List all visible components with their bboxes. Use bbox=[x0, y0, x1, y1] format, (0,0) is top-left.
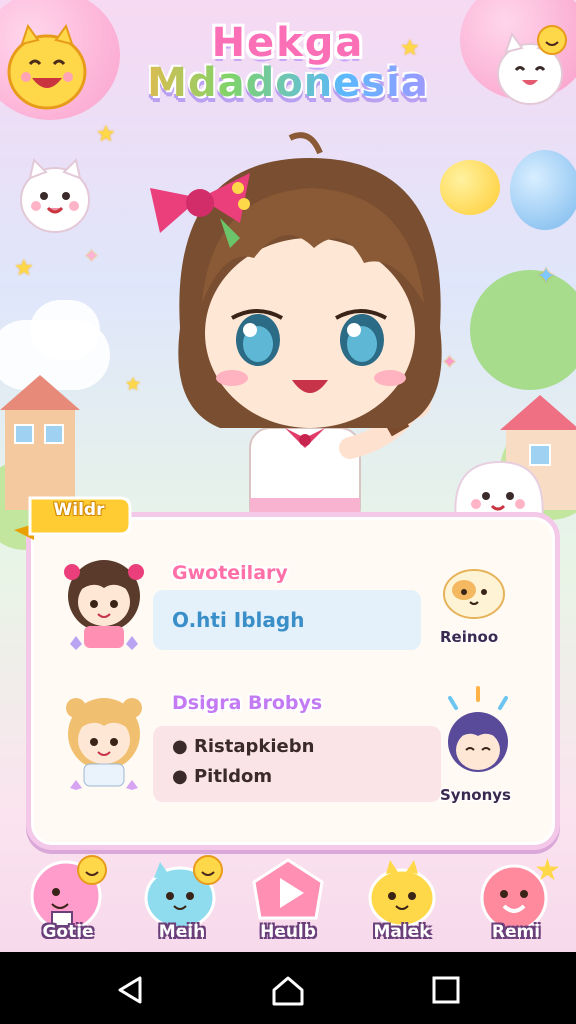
row2-side-label: Synonys bbox=[440, 786, 511, 804]
star-icon: ✦ bbox=[536, 262, 557, 290]
row2-bullet-1: ● Ristapkiebn bbox=[172, 736, 315, 757]
purple-hair-avatar[interactable] bbox=[436, 684, 520, 780]
house-left bbox=[0, 375, 80, 510]
bottom-button-label: Heulb bbox=[260, 922, 316, 942]
chibi-girl-character bbox=[150, 132, 442, 528]
avatar-dark-hair-girl[interactable] bbox=[58, 552, 150, 652]
bottom-button-remi[interactable]: ★ Remi bbox=[470, 852, 562, 948]
svg-text:★: ★ bbox=[534, 853, 561, 888]
row1-field-text: O.hti Iblagh bbox=[172, 608, 305, 632]
bottom-button-label: Malek bbox=[373, 922, 431, 942]
system-nav-bar bbox=[0, 952, 576, 1024]
recents-icon[interactable] bbox=[426, 972, 466, 1008]
bottom-button-label: Remi bbox=[491, 922, 541, 942]
bottom-button-label: Meih bbox=[158, 922, 206, 942]
bottom-button-gotie[interactable]: Gotie bbox=[22, 852, 114, 948]
bottom-button-heulb[interactable]: Heulb bbox=[242, 852, 334, 948]
bottom-button-label: Gotie bbox=[42, 922, 94, 942]
row1-side-label: Reinoo bbox=[440, 628, 499, 646]
bullet-text: Pitldom bbox=[193, 766, 273, 787]
bottom-button-malek[interactable]: Malek bbox=[356, 852, 448, 948]
row2-title: Dsigra Brobys bbox=[172, 692, 323, 714]
pink-face-icon: ★ bbox=[480, 853, 561, 932]
title-line-2: Mdadonesia bbox=[0, 60, 576, 106]
tree bbox=[470, 270, 576, 390]
ribbon-label: Wildr bbox=[53, 500, 105, 520]
row2-bullet-2: ● Pitldom bbox=[172, 766, 273, 787]
yellow-chick-icon bbox=[368, 860, 436, 928]
game-title: Hekɡa Mdadonesia bbox=[0, 20, 576, 106]
avatar-blonde-girl[interactable] bbox=[58, 690, 150, 790]
blue-cat-icon bbox=[144, 855, 223, 930]
star-icon: ★ bbox=[14, 256, 34, 281]
game-screen: ★ ★ ★ ★ ✦ ✦ ✦ Hekɡa Mdadonesia Wildr Gwo… bbox=[0, 0, 576, 1024]
star-icon: ✦ bbox=[84, 246, 100, 267]
blue-balloon bbox=[510, 150, 576, 230]
hamster-avatar[interactable] bbox=[434, 560, 514, 620]
bullet-text: Ristapkiebn bbox=[193, 736, 315, 757]
star-icon: ★ bbox=[125, 374, 142, 395]
pink-bunny-icon bbox=[30, 855, 107, 932]
row1-title: Gwoteilary bbox=[172, 562, 288, 584]
home-icon[interactable] bbox=[268, 972, 308, 1008]
cloud bbox=[30, 300, 100, 360]
star-icon: ★ bbox=[96, 122, 116, 147]
back-icon[interactable] bbox=[110, 972, 150, 1008]
white-cat-mascot bbox=[20, 158, 90, 233]
bottom-button-meih[interactable]: Meih bbox=[136, 852, 228, 948]
play-icon bbox=[252, 858, 324, 920]
